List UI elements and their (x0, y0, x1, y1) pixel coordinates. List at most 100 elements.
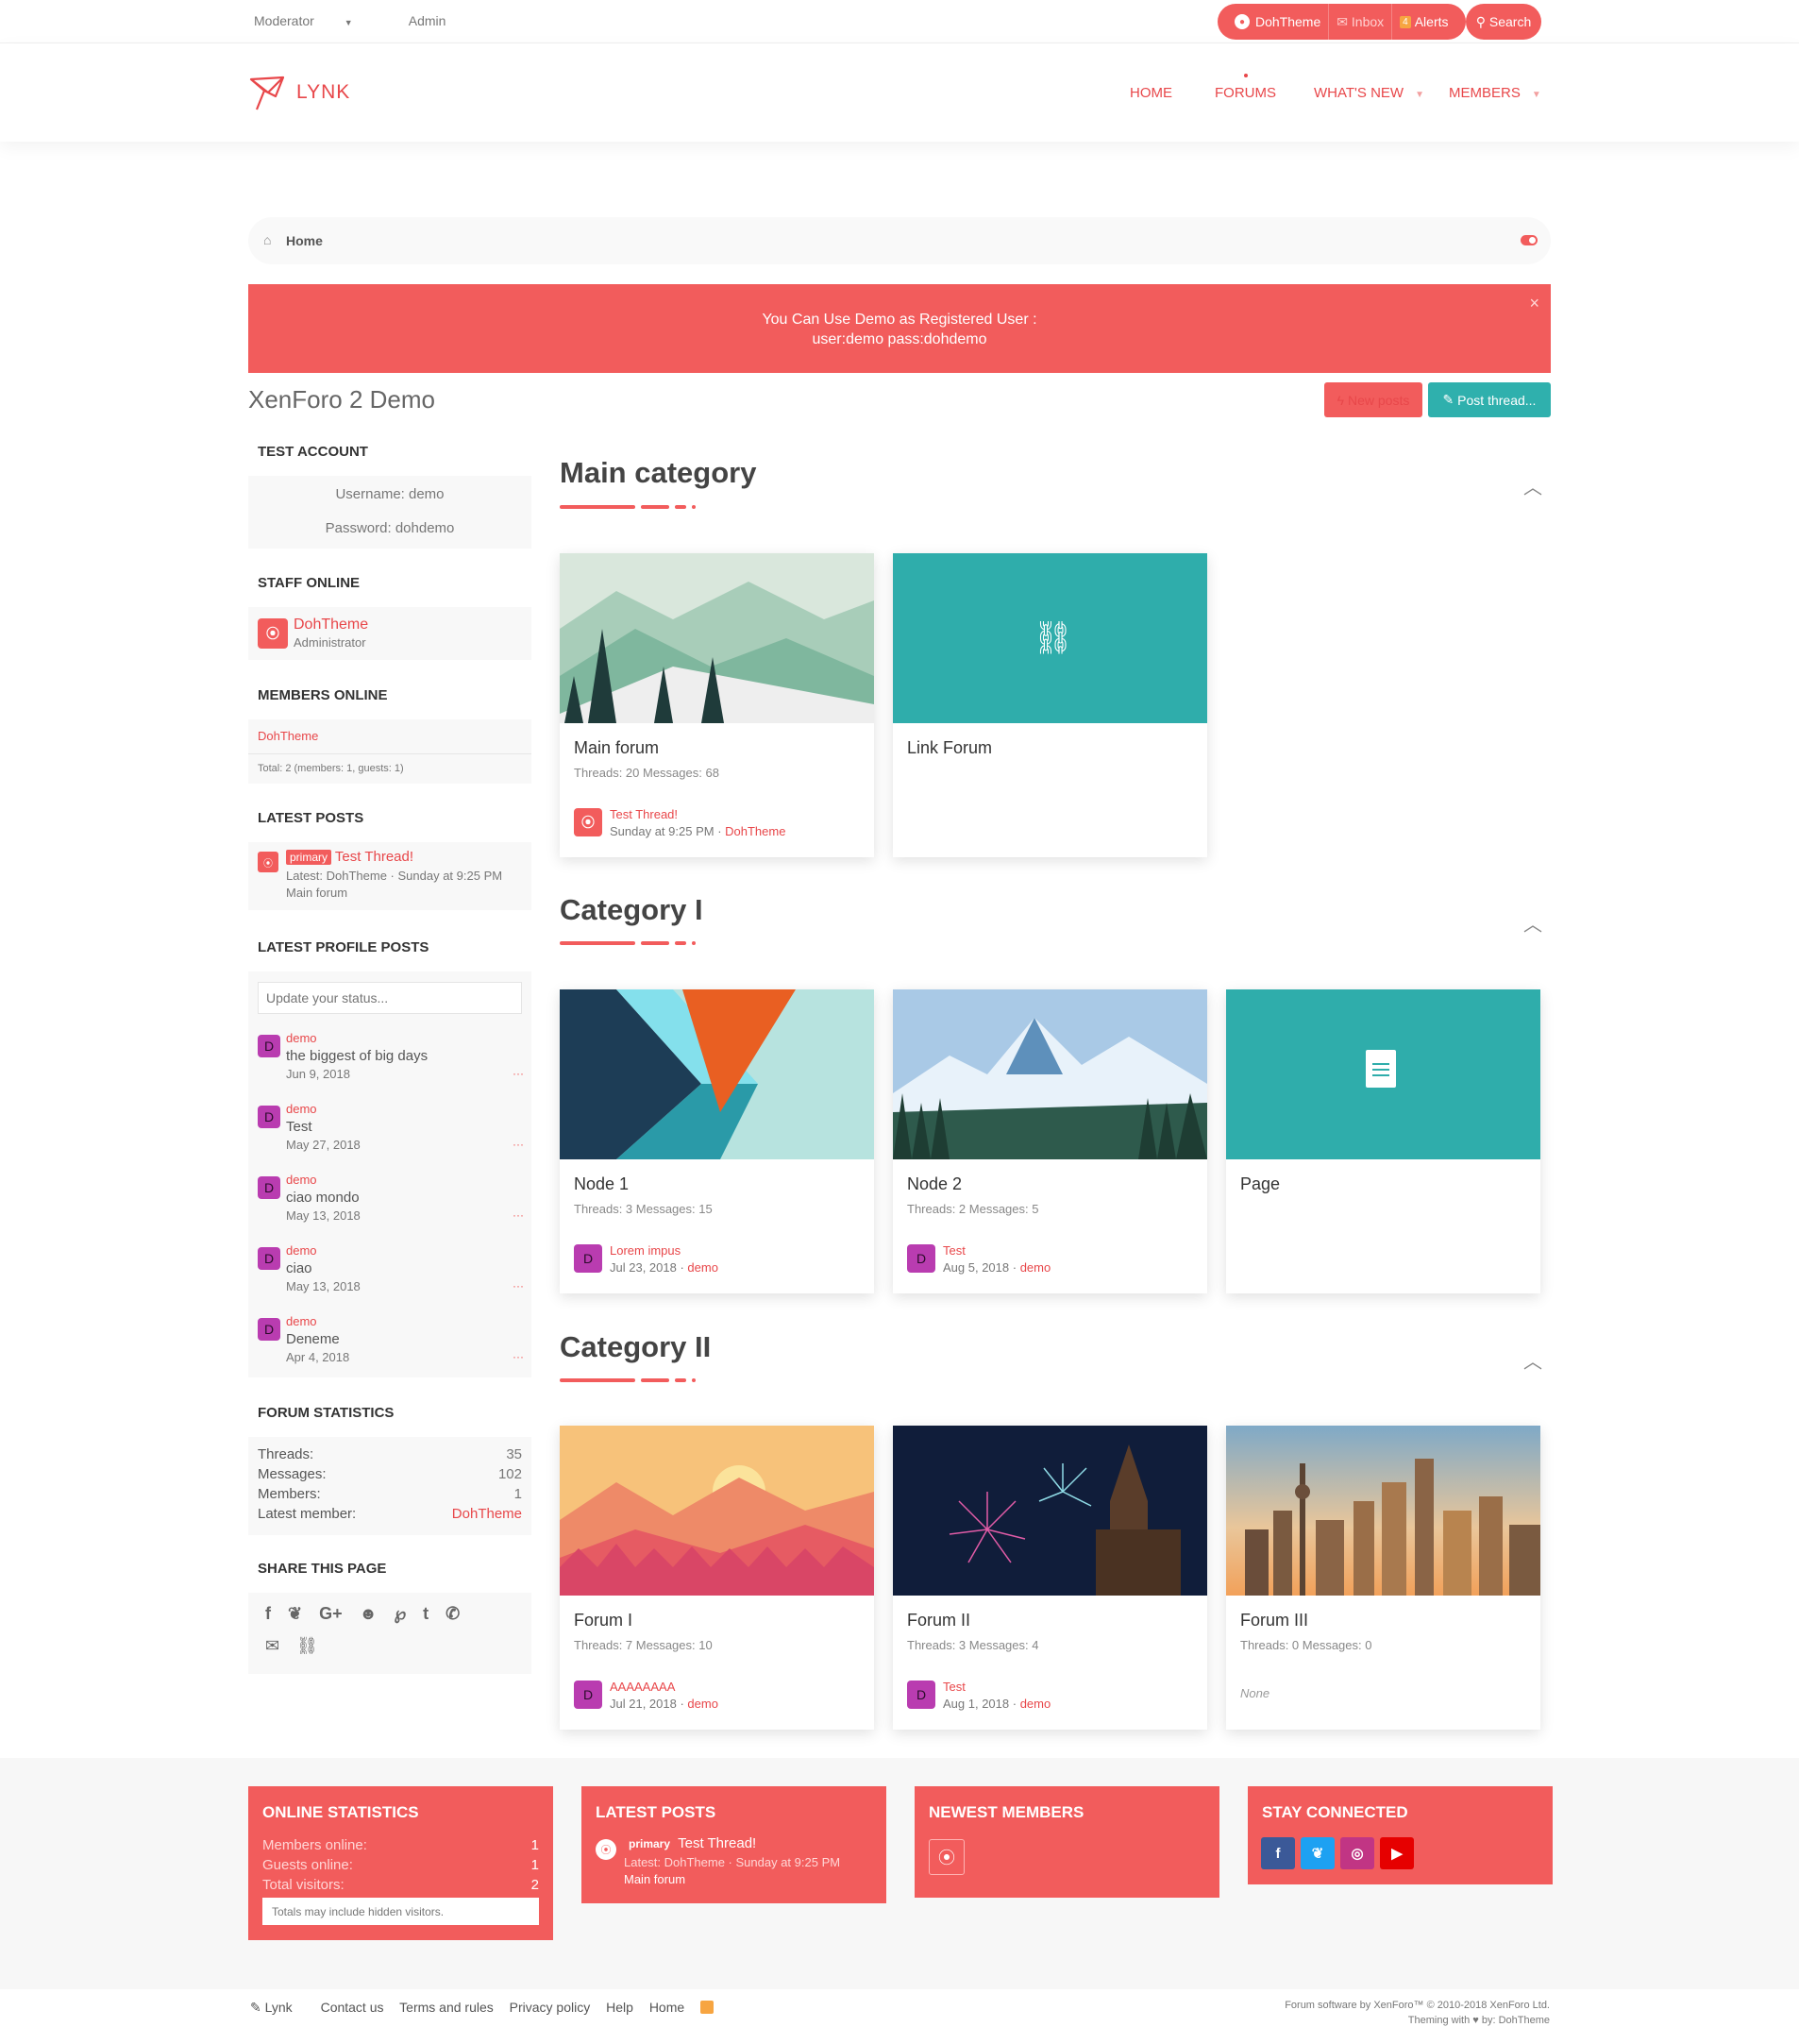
stat-latest-member[interactable]: DohTheme (452, 1506, 522, 1522)
more-icon[interactable]: ··· (513, 1138, 524, 1151)
latest-thread-title[interactable]: Test Thread! (335, 849, 413, 865)
avatar[interactable]: ⦿ (258, 852, 278, 872)
node-card[interactable]: Node 1 Threads: 3 Messages: 15 D Lorem i… (560, 989, 874, 1293)
nav-whats-new[interactable]: WHAT'S NEW ▼ (1314, 85, 1424, 101)
last-post-title[interactable]: Test Thread! (610, 807, 678, 821)
chevron-down-icon[interactable]: ▼ (1532, 90, 1541, 100)
post-user[interactable]: demo (286, 1243, 317, 1258)
collapse-chevron-icon[interactable]: ︿ (1523, 1346, 1542, 1374)
node-name[interactable]: Forum I (574, 1611, 632, 1630)
tumblr-icon[interactable]: t (423, 1604, 429, 1624)
footer-link-help[interactable]: Help (606, 2000, 633, 2015)
google-plus-icon[interactable]: G+ (319, 1604, 343, 1624)
user-menu[interactable]: ● DohTheme (1227, 4, 1330, 40)
admin-link[interactable]: Admin (409, 13, 446, 28)
node-name[interactable]: Main forum (574, 738, 659, 758)
avatar[interactable]: ⦿ (596, 1839, 616, 1860)
reddit-icon[interactable]: ☻ (360, 1604, 378, 1624)
post-thread-button[interactable]: ✎ Post thread... (1428, 382, 1551, 417)
moderator-menu[interactable]: Moderator ▼ (254, 13, 379, 28)
last-post-user[interactable]: demo (1020, 1697, 1051, 1711)
post-user[interactable]: demo (286, 1102, 317, 1116)
search-button[interactable]: ⚲ Search (1466, 4, 1541, 40)
node-name[interactable]: Node 2 (907, 1174, 962, 1194)
close-icon[interactable]: × (1529, 294, 1539, 313)
inbox-link[interactable]: ✉ Inbox (1329, 4, 1393, 40)
collapse-chevron-icon[interactable]: ︿ (1523, 472, 1542, 499)
facebook-icon[interactable]: f (265, 1604, 271, 1624)
node-name[interactable]: Page (1240, 1174, 1280, 1194)
nav-home[interactable]: HOME (1130, 85, 1172, 101)
instagram-icon[interactable]: ◎ (1340, 1837, 1374, 1869)
node-card[interactable]: Main forum Threads: 20 Messages: 68 ⦿ Te… (560, 553, 874, 857)
link-icon[interactable]: ⛓ (296, 1636, 318, 1656)
post-user[interactable]: demo (286, 1314, 317, 1328)
latest-thread-line[interactable]: primary Test Thread! (286, 849, 413, 865)
node-card[interactable]: Forum II Threads: 3 Messages: 4 D Test A… (893, 1426, 1207, 1730)
node-name[interactable]: Forum III (1240, 1611, 1308, 1630)
twitter-icon[interactable]: ❦ (1301, 1837, 1335, 1869)
new-posts-button[interactable]: ϟ New posts (1324, 382, 1422, 417)
more-icon[interactable]: ··· (513, 1067, 524, 1080)
node-name[interactable]: Node 1 (574, 1174, 629, 1194)
latest-thread-line[interactable]: primary Test Thread! (629, 1835, 756, 1851)
avatar[interactable]: ⦿ (929, 1839, 965, 1875)
staff-name[interactable]: DohTheme (294, 617, 368, 633)
footer-link-terms[interactable]: Terms and rules (399, 2000, 494, 2015)
avatar[interactable]: D (907, 1244, 935, 1273)
nav-members[interactable]: MEMBERS ▼ (1449, 85, 1541, 101)
category-title[interactable]: Main category (560, 456, 756, 490)
last-post-title[interactable]: Lorem impus (610, 1243, 681, 1258)
breadcrumb-home[interactable]: Home (286, 233, 323, 248)
avatar[interactable]: ⦿ (258, 618, 288, 649)
latest-thread-title[interactable]: Test Thread! (678, 1835, 756, 1851)
chevron-down-icon[interactable]: ▼ (1415, 90, 1424, 100)
post-user[interactable]: demo (286, 1031, 317, 1045)
avatar[interactable]: D (258, 1106, 280, 1128)
rss-icon[interactable] (700, 2001, 715, 2014)
post-user[interactable]: demo (286, 1173, 317, 1187)
last-post-title[interactable]: AAAAAAAA (610, 1680, 675, 1694)
last-post-user[interactable]: demo (687, 1697, 718, 1711)
footer-link-home[interactable]: Home (649, 2000, 684, 2015)
category-title[interactable]: Category II (560, 1330, 711, 1364)
logo[interactable]: LYNK (247, 72, 350, 113)
alerts-link[interactable]: 4 Alerts (1392, 4, 1455, 40)
avatar[interactable]: D (907, 1681, 935, 1709)
nav-forums[interactable]: FORUMS (1215, 74, 1276, 101)
node-card[interactable]: Node 2 Threads: 2 Messages: 5 D Test Aug… (893, 989, 1207, 1293)
latest-thread-forum[interactable]: Main forum (286, 886, 347, 900)
avatar[interactable]: D (258, 1176, 280, 1199)
node-card[interactable]: Page (1226, 989, 1540, 1293)
avatar[interactable]: D (258, 1035, 280, 1057)
footer-link-privacy[interactable]: Privacy policy (510, 2000, 591, 2015)
node-card[interactable]: ⛓ Link Forum (893, 553, 1207, 857)
envelope-icon[interactable]: ✉ (265, 1636, 279, 1656)
latest-thread-forum[interactable]: Main forum (624, 1872, 685, 1886)
online-member[interactable]: DohTheme (258, 729, 318, 743)
node-card[interactable]: Forum III Threads: 0 Messages: 0 None (1226, 1426, 1540, 1730)
status-input[interactable] (258, 982, 522, 1014)
collapse-chevron-icon[interactable]: ︿ (1523, 909, 1542, 937)
last-post-user[interactable]: demo (687, 1260, 718, 1275)
last-post-title[interactable]: Test (943, 1680, 966, 1694)
facebook-icon[interactable]: f (1261, 1837, 1295, 1869)
twitter-icon[interactable]: ❦ (288, 1604, 302, 1624)
last-post-user[interactable]: demo (1020, 1260, 1051, 1275)
whatsapp-icon[interactable]: ✆ (446, 1604, 460, 1624)
avatar[interactable]: D (574, 1681, 602, 1709)
avatar[interactable]: D (574, 1244, 602, 1273)
avatar[interactable]: ⦿ (574, 808, 602, 836)
pinterest-icon[interactable]: ℘ (395, 1604, 407, 1624)
last-post-title[interactable]: Test (943, 1243, 966, 1258)
youtube-icon[interactable]: ▶ (1380, 1837, 1414, 1869)
more-icon[interactable]: ··· (513, 1279, 524, 1292)
more-icon[interactable]: ··· (513, 1208, 524, 1222)
node-card[interactable]: Forum I Threads: 7 Messages: 10 D AAAAAA… (560, 1426, 874, 1730)
avatar[interactable]: D (258, 1318, 280, 1341)
node-name[interactable]: Link Forum (907, 738, 992, 758)
last-post-user[interactable]: DohTheme (725, 824, 785, 838)
style-toggle[interactable] (1521, 235, 1538, 245)
category-title[interactable]: Category I (560, 893, 703, 927)
footer-link-lynk[interactable]: ✎ Lynk (250, 2000, 305, 2015)
